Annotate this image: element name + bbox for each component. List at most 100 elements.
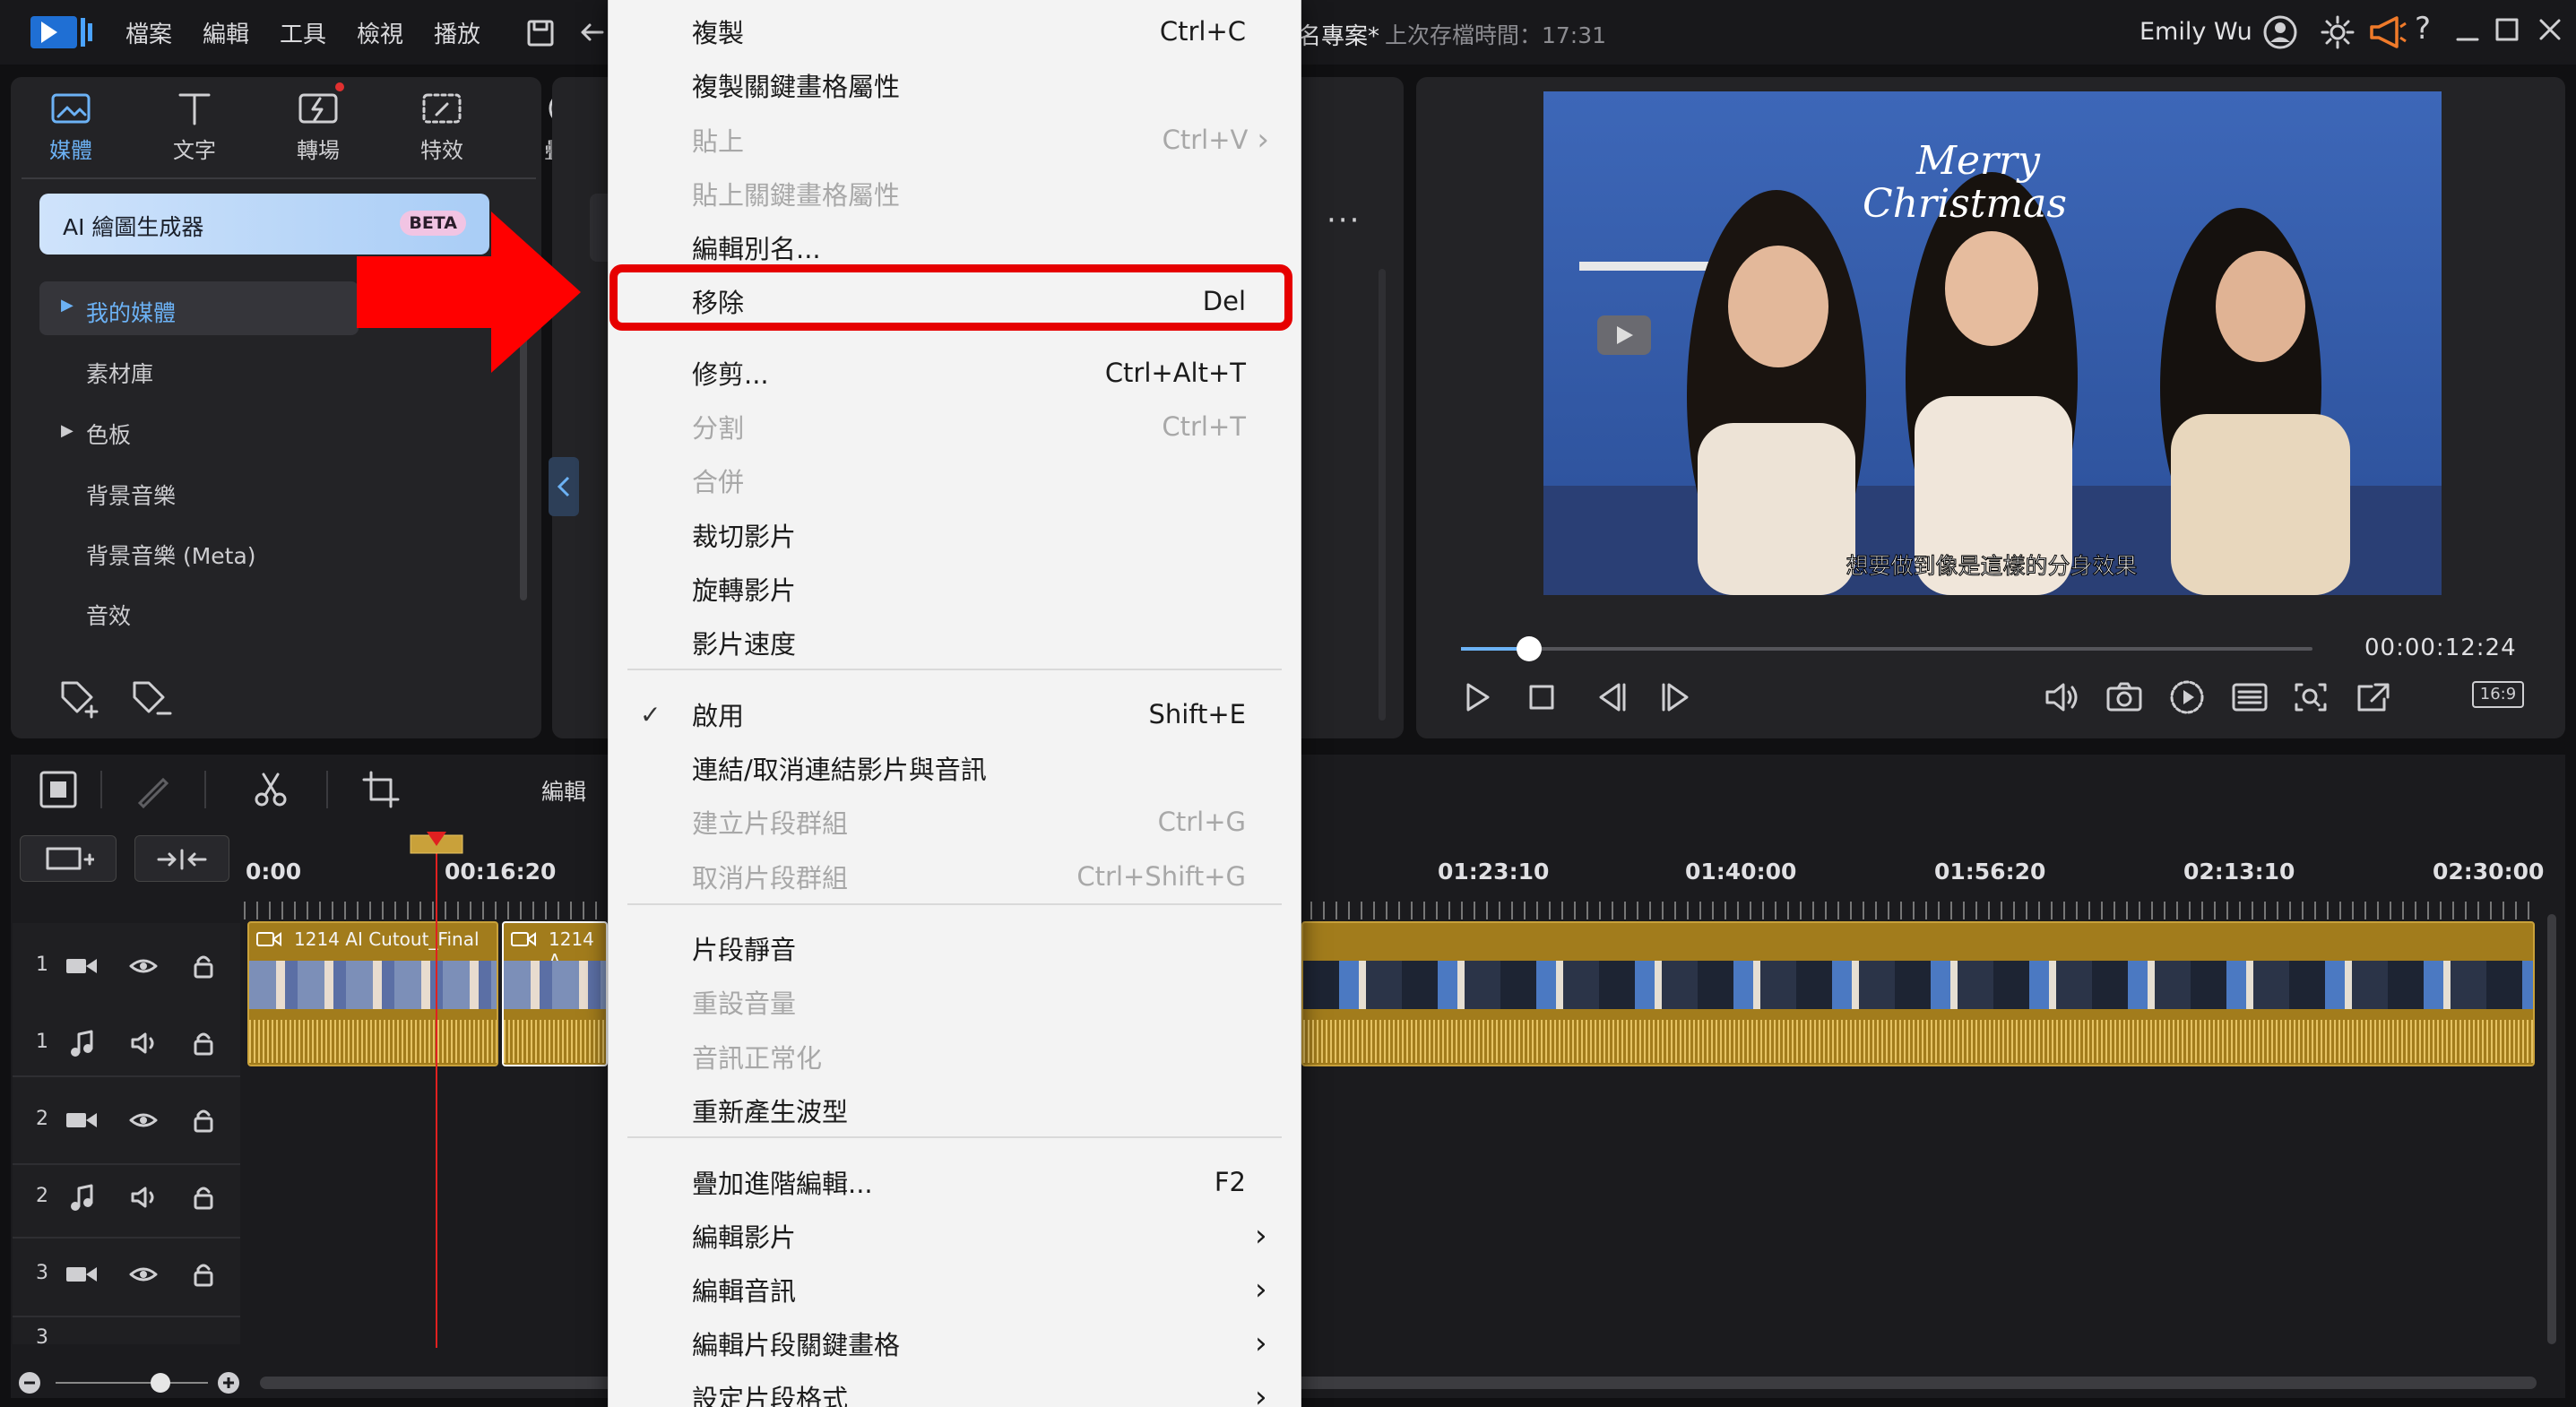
save-icon[interactable] — [525, 18, 556, 48]
tree-item-my-media[interactable]: 我的媒體 — [86, 296, 176, 328]
track-number: 1 — [36, 954, 48, 976]
timeline-horizontal-scrollbar[interactable] — [260, 1377, 2537, 1389]
preview-scrubber-track[interactable] — [1461, 647, 2312, 651]
timeline-clip[interactable] — [1301, 921, 2535, 1066]
subtitle-list-icon[interactable] — [2230, 679, 2269, 715]
timeline-vertical-scrollbar[interactable] — [2547, 914, 2556, 1344]
expand-arrow-icon[interactable]: ▶ — [61, 296, 73, 315]
play-icon[interactable] — [1459, 679, 1495, 715]
menu-item-label: 疊加進階編輯... — [692, 1169, 873, 1199]
context-menu-item[interactable]: 編輯影片 › — [692, 1210, 1267, 1262]
tab-text[interactable]: 文字 — [145, 88, 244, 164]
menu-tools[interactable]: 工具 — [280, 16, 326, 49]
context-menu-item[interactable]: 複製關鍵畫格屬性 — [692, 59, 1246, 111]
undo-icon[interactable] — [579, 20, 606, 47]
split-scissors-icon[interactable] — [251, 769, 290, 808]
volume-icon[interactable] — [2042, 679, 2081, 715]
timeline-clip[interactable]: 1214 A — [502, 921, 608, 1066]
playhead-handle[interactable] — [409, 828, 464, 855]
context-menu-item[interactable]: 重新產生波型 — [692, 1084, 1246, 1136]
audio-track-1-controls[interactable] — [65, 1029, 256, 1057]
menu-item-right: Shift+E — [1148, 699, 1246, 729]
remove-tag-icon[interactable] — [129, 678, 174, 719]
audio-track-2-controls[interactable] — [65, 1183, 256, 1212]
effects-icon — [422, 93, 462, 124]
tree-item-library[interactable]: 素材庫 — [86, 357, 153, 389]
video-track-3-controls[interactable] — [65, 1260, 256, 1289]
menu-item-label: 取消片段群組 — [692, 863, 849, 893]
context-menu-item[interactable]: 複製 Ctrl+C — [692, 5, 1246, 57]
timeline-clip[interactable]: 1214 AI Cutout_Final — [247, 921, 498, 1066]
minimize-icon[interactable] — [2454, 16, 2481, 43]
undock-preview-icon[interactable] — [2354, 679, 2393, 715]
menu-file[interactable]: 檔案 — [125, 16, 172, 49]
red-highlight-box — [609, 264, 1292, 331]
tree-item-sound-effects[interactable]: 音效 — [86, 599, 131, 631]
clip-title: 1214 AI Cutout_Final — [294, 928, 480, 950]
video-track-2-controls[interactable] — [65, 1106, 256, 1135]
context-menu-item[interactable]: 旋轉影片 — [692, 563, 1246, 615]
edit-tool-label[interactable]: 編輯 — [541, 774, 586, 807]
maximize-icon[interactable] — [2494, 16, 2520, 43]
stop-icon[interactable] — [1524, 679, 1560, 715]
context-menu-item[interactable]: 影片速度 — [692, 617, 1246, 669]
account-icon[interactable] — [2262, 14, 2298, 50]
more-options-icon[interactable]: ··· — [1327, 203, 1361, 238]
menu-playback[interactable]: 播放 — [434, 16, 480, 49]
megaphone-icon[interactable] — [2368, 14, 2407, 50]
zoom-out-icon[interactable] — [18, 1371, 41, 1394]
ruler-label: 01:56:20 — [1934, 859, 2046, 885]
tab-effects[interactable]: 特效 — [393, 88, 491, 164]
library-scrollbar[interactable] — [1379, 269, 1386, 721]
previous-frame-icon[interactable] — [1592, 679, 1631, 715]
next-frame-icon[interactable] — [1656, 679, 1696, 715]
context-menu-item[interactable]: 編輯音訊 › — [692, 1264, 1267, 1316]
select-mode-icon[interactable] — [38, 769, 79, 810]
preview-scrubber-handle[interactable] — [1517, 636, 1542, 661]
zoom-fit-icon[interactable] — [2291, 679, 2330, 715]
playhead-line[interactable] — [436, 841, 437, 1348]
zoom-in-icon[interactable] — [217, 1371, 240, 1394]
menu-separator — [627, 1136, 1282, 1138]
eye-icon — [129, 959, 158, 973]
context-menu-item[interactable]: ✓ 啟用 Shift+E — [640, 688, 1246, 740]
tree-item-color-boards[interactable]: 色板 — [86, 418, 131, 450]
menu-item-label: 複製關鍵畫格屬性 — [692, 72, 901, 102]
tab-media-label: 媒體 — [49, 138, 92, 163]
menu-view[interactable]: 檢視 — [357, 16, 403, 49]
zoom-slider-handle[interactable] — [151, 1373, 170, 1393]
context-menu-item[interactable]: 設定片段格式 › — [692, 1371, 1267, 1407]
app-logo[interactable] — [30, 13, 93, 52]
context-menu-item[interactable]: 裁切影片 — [692, 509, 1246, 561]
track-number: 1 — [36, 1031, 48, 1053]
render-preview-icon[interactable] — [2167, 678, 2207, 717]
tree-item-bgm-meta[interactable]: 背景音樂 (Meta) — [86, 539, 256, 571]
settings-gear-icon[interactable] — [2320, 14, 2356, 50]
tab-transitions[interactable]: 轉場 — [269, 82, 367, 164]
menu-item-label: 裁切影片 — [692, 522, 797, 552]
crop-icon[interactable] — [360, 769, 402, 810]
menu-item-right: Ctrl+C — [1160, 16, 1246, 47]
aspect-ratio-button[interactable]: 16:9 — [2472, 681, 2524, 708]
context-menu-item[interactable]: 修剪... Ctrl+Alt+T — [692, 347, 1246, 399]
help-icon[interactable]: ? — [2415, 11, 2431, 47]
tab-media[interactable]: 媒體 — [22, 88, 120, 164]
video-track-1-controls[interactable] — [65, 952, 256, 980]
zoom-slider-track[interactable] — [56, 1382, 208, 1384]
close-icon[interactable] — [2537, 16, 2563, 43]
context-menu-item[interactable]: 疊加進階編輯... F2 — [692, 1156, 1246, 1208]
collapse-panel-button[interactable] — [549, 457, 579, 516]
snapshot-camera-icon[interactable] — [2105, 679, 2144, 715]
collapse-arrow-icon[interactable]: ▶ — [61, 421, 73, 440]
add-track-button[interactable] — [20, 835, 117, 882]
context-menu-item[interactable]: 片段靜音 — [692, 922, 1246, 974]
add-tag-icon[interactable] — [57, 678, 102, 719]
context-menu-item[interactable]: 連結/取消連結影片與音訊 — [692, 742, 1246, 794]
timeline-ruler-ticks[interactable] — [244, 902, 2540, 919]
user-name[interactable]: Emily Wu — [2139, 18, 2252, 46]
fit-timeline-button[interactable] — [134, 835, 229, 882]
tree-item-bgm[interactable]: 背景音樂 — [86, 479, 176, 511]
menu-edit[interactable]: 編輯 — [203, 16, 249, 49]
context-menu-item[interactable]: 編輯片段關鍵畫格 › — [692, 1317, 1267, 1369]
chevron-right-icon: › — [1255, 1379, 1267, 1407]
